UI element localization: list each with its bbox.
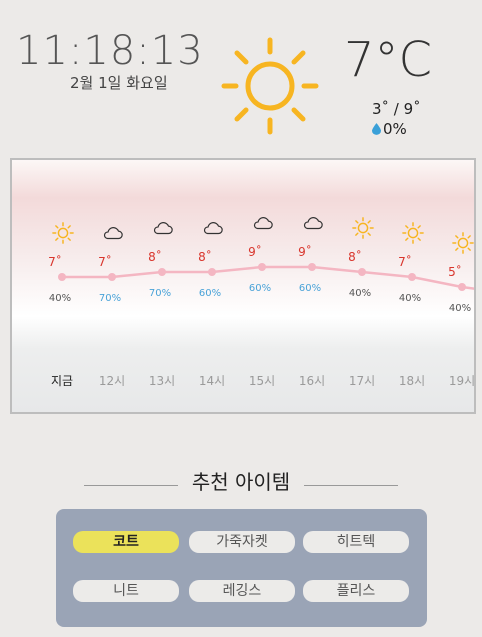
- hour-temperature: 8˚: [348, 250, 362, 264]
- hourly-forecast[interactable]: 7˚ 40% 지금 7˚ 70% 12시 8˚ 70% 13시 8˚ 60% 14시 9˚ 60% 15시 9…: [10, 158, 476, 414]
- temperature-point: [108, 273, 116, 281]
- hour-label: 18시: [398, 374, 426, 388]
- recommend-title: 추천 아이템: [191, 470, 291, 494]
- precipitation-value: 0%: [383, 120, 407, 138]
- hour-precipitation: 70%: [148, 288, 172, 299]
- hour-label: 16시: [298, 374, 326, 388]
- sun-icon: [52, 222, 74, 244]
- hour-temperature: 8˚: [198, 250, 212, 264]
- hour-precipitation: 40%: [48, 293, 72, 304]
- hour-temperature: 9˚: [298, 245, 312, 259]
- hour-label: 지금: [50, 374, 74, 388]
- temperature-point: [58, 273, 66, 281]
- min-max-temperature: 3˚ / 9˚: [372, 100, 421, 118]
- sun-icon: [221, 37, 319, 135]
- current-date: 2월 1일 화요일: [70, 74, 168, 92]
- temperature-point: [458, 283, 466, 291]
- hour-precipitation: 40%: [448, 303, 472, 314]
- temperature-point: [358, 268, 366, 276]
- temperature-point: [158, 268, 166, 276]
- precipitation: 0%: [372, 120, 407, 138]
- hour-temperature: 8˚: [148, 250, 162, 264]
- recommend-item[interactable]: 히트텍: [303, 531, 409, 553]
- raindrop-icon: [372, 123, 381, 135]
- temperature-point: [208, 268, 216, 276]
- temperature-point: [408, 273, 416, 281]
- recommend-panel: 코트 가죽자켓 히트텍니트 레깅스 플리스: [56, 509, 427, 627]
- cloud-icon: [152, 217, 174, 239]
- hour-temperature: 9˚: [248, 245, 262, 259]
- temperature-point: [258, 263, 266, 271]
- hour-label: 19시: [448, 374, 476, 388]
- sun-icon: [402, 222, 424, 244]
- hour-precipitation: 40%: [398, 293, 422, 304]
- recommend-item[interactable]: 레깅스: [189, 580, 295, 602]
- current-temperature: 7°C: [344, 32, 433, 88]
- hour-label: 15시: [248, 374, 276, 388]
- temperature-point: [308, 263, 316, 271]
- hour-precipitation: 40%: [348, 288, 372, 299]
- cloud-icon: [202, 217, 224, 239]
- clock-time: 11:18:13: [16, 28, 204, 74]
- hour-precipitation: 70%: [98, 293, 122, 304]
- hour-temperature: 7˚: [98, 255, 112, 269]
- recommend-item[interactable]: 코트: [73, 531, 179, 553]
- hour-precipitation: 60%: [198, 288, 222, 299]
- sun-icon: [352, 217, 374, 239]
- cloud-icon: [102, 222, 124, 244]
- hour-label: 12시: [98, 374, 126, 388]
- hour-label: 17시: [348, 374, 376, 388]
- hour-temperature: 7˚: [48, 255, 62, 269]
- hour-temperature: 5˚: [448, 265, 462, 279]
- recommend-item[interactable]: 가죽자켓: [189, 531, 295, 553]
- hour-label: 14시: [198, 374, 226, 388]
- recommend-item[interactable]: 플리스: [303, 580, 409, 602]
- hour-temperature: 7˚: [398, 255, 412, 269]
- cloud-icon: [302, 212, 324, 234]
- hour-precipitation: 60%: [248, 283, 272, 294]
- cloud-icon: [252, 212, 274, 234]
- hour-precipitation: 60%: [298, 283, 322, 294]
- sun-icon: [452, 232, 474, 254]
- recommend-item[interactable]: 니트: [73, 580, 179, 602]
- hour-label: 13시: [148, 374, 176, 388]
